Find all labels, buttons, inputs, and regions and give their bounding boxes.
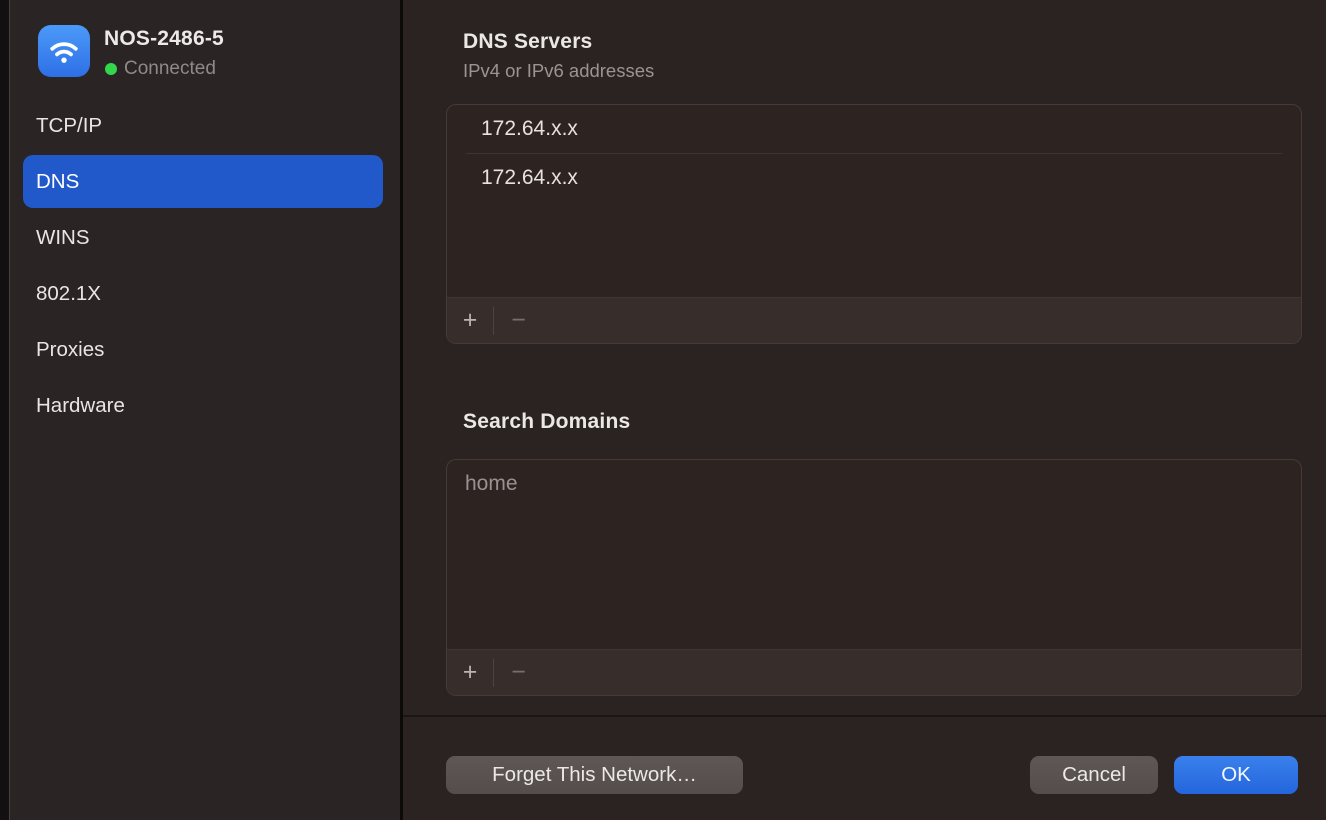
sidebar: NOS-2486-5 Connected TCP/IP DNS WINS 802… [9, 0, 400, 820]
dns-server-entry[interactable]: 172.64.x.x [447, 105, 1301, 153]
remove-search-domain-button[interactable]: − [494, 650, 543, 695]
search-domains-listbox: home + − [446, 459, 1302, 696]
dns-servers-title: DNS Servers [463, 30, 592, 54]
cancel-button[interactable]: Cancel [1030, 756, 1158, 794]
add-search-domain-button[interactable]: + [447, 650, 493, 695]
forget-network-button[interactable]: Forget This Network… [446, 756, 743, 794]
network-details-sheet: NOS-2486-5 Connected TCP/IP DNS WINS 802… [0, 0, 1326, 820]
sidebar-item-tcpip[interactable]: TCP/IP [23, 99, 383, 152]
dns-servers-subtitle: IPv4 or IPv6 addresses [463, 60, 654, 82]
dns-servers-listbox: 172.64.x.x 172.64.x.x + − [446, 104, 1302, 344]
network-name: NOS-2486-5 [104, 27, 224, 51]
sidebar-item-proxies[interactable]: Proxies [23, 323, 383, 376]
network-header: NOS-2486-5 Connected [10, 0, 400, 99]
connection-status: Connected [105, 58, 216, 80]
remove-dns-server-button[interactable]: − [494, 298, 543, 343]
sidebar-nav: TCP/IP DNS WINS 802.1X Proxies Hardware [10, 99, 400, 435]
search-domains-footer: + − [447, 649, 1301, 695]
sidebar-item-dns[interactable]: DNS [23, 155, 383, 208]
search-domains-title: Search Domains [463, 410, 630, 434]
dns-server-entry[interactable]: 172.64.x.x [447, 154, 1301, 202]
ok-button[interactable]: OK [1174, 756, 1298, 794]
sidebar-item-8021x[interactable]: 802.1X [23, 267, 383, 320]
dns-servers-footer: + − [447, 297, 1301, 343]
desktop-edge-strip [0, 0, 9, 820]
connected-dot-icon [105, 63, 117, 75]
connection-status-label: Connected [124, 58, 216, 80]
sidebar-item-wins[interactable]: WINS [23, 211, 383, 264]
wifi-icon [38, 25, 90, 77]
search-domain-entry[interactable]: home [447, 460, 1301, 508]
sidebar-item-hardware[interactable]: Hardware [23, 379, 383, 432]
dns-settings-panel: DNS Servers IPv4 or IPv6 addresses 172.6… [403, 0, 1326, 820]
add-dns-server-button[interactable]: + [447, 298, 493, 343]
bottom-bar-divider [403, 715, 1326, 717]
